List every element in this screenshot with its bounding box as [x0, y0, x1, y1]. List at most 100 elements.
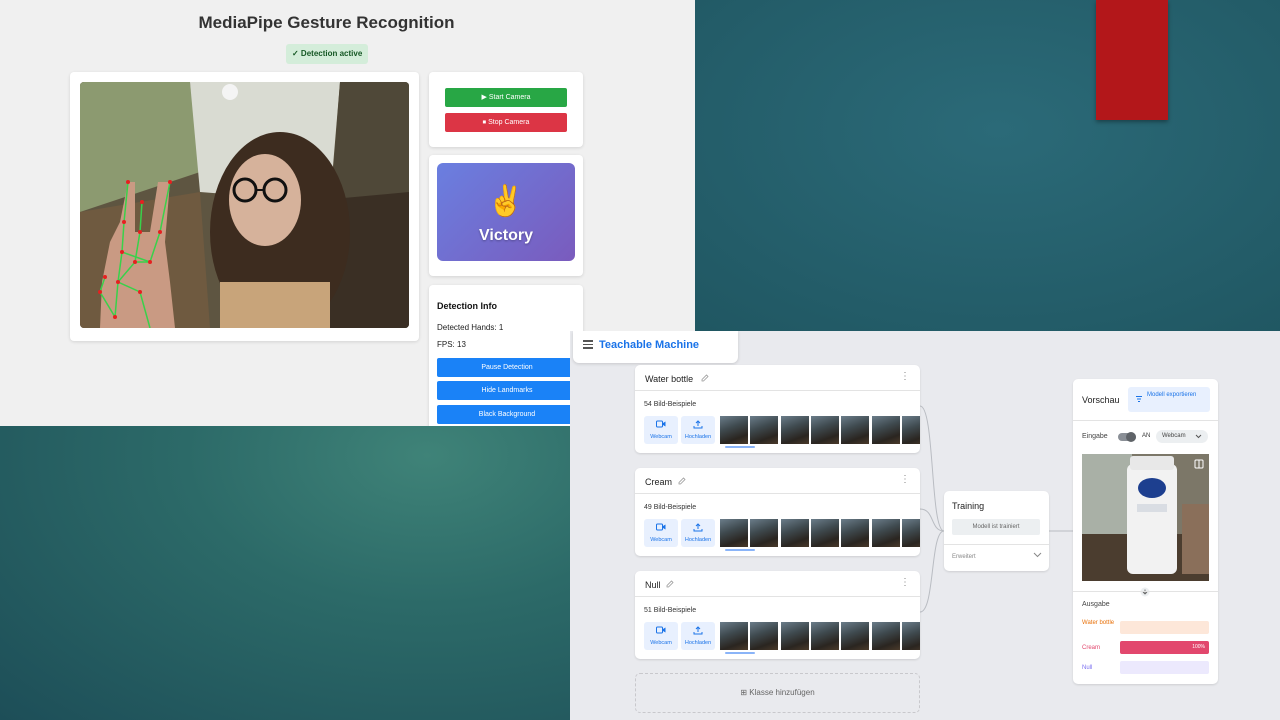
filter-icon [1136, 396, 1142, 402]
preview-title: Vorschau [1082, 395, 1120, 405]
video-camera-icon [656, 626, 666, 634]
advanced-toggle-label[interactable]: Erweitert [952, 554, 976, 560]
sample-count: 51 Bild-Beispiele [644, 607, 697, 614]
pause-detection-button[interactable]: Pause Detection [437, 358, 577, 377]
class-name[interactable]: Null [645, 580, 661, 590]
sample-thumbnail[interactable] [811, 622, 839, 650]
webcam-button[interactable]: Webcam [644, 622, 678, 650]
stop-camera-button[interactable]: ⏹ Stop Camera [445, 113, 567, 132]
divider [1073, 591, 1218, 592]
add-class-button[interactable]: ⊞ Klasse hinzufügen [635, 673, 920, 713]
training-card: Training Modell ist trainiert Erweitert [944, 491, 1049, 571]
sample-thumbnail[interactable] [750, 519, 778, 547]
detection-info-card: Detection Info Detected Hands: 1 FPS: 13… [429, 285, 583, 426]
arrow-down-icon [1140, 587, 1150, 597]
gesture-result-card: ✌️ Victory [429, 155, 583, 276]
thumbnail-scrollbar[interactable] [725, 549, 755, 551]
sample-thumbnail[interactable] [841, 416, 869, 444]
upload-label: Hochladen [684, 640, 712, 646]
sample-thumbnail[interactable] [872, 416, 900, 444]
video-scene [80, 82, 409, 328]
webcam-button[interactable]: Webcam [644, 519, 678, 547]
upload-icon [693, 420, 703, 429]
sample-thumbnails[interactable] [720, 519, 920, 547]
upload-label: Hochladen [684, 537, 712, 543]
detected-hands-text: Detected Hands: 1 [437, 323, 504, 332]
sample-thumbnail[interactable] [902, 622, 920, 650]
pencil-icon[interactable] [677, 476, 687, 486]
video-card [70, 72, 419, 341]
toggle-state-label: AN [1142, 433, 1151, 439]
class-card-water-bottle: Water bottle ⋮ 54 Bild-Beispiele Webcam … [635, 365, 920, 453]
sample-thumbnail[interactable] [841, 519, 869, 547]
webcam-label: Webcam [650, 537, 672, 543]
output-label: Ausgabe [1082, 601, 1110, 608]
webcam-video [80, 82, 409, 328]
sample-thumbnail[interactable] [872, 622, 900, 650]
class-name[interactable]: Cream [645, 477, 672, 487]
class-card-null: Null ⋮ 51 Bild-Beispiele Webcam Hochlade… [635, 571, 920, 659]
pencil-icon[interactable] [700, 373, 710, 383]
output-bar-water-bottle [1120, 621, 1209, 634]
more-options-icon[interactable]: ⋮ [900, 475, 910, 485]
sample-thumbnails[interactable] [720, 416, 920, 444]
chevron-down-icon[interactable] [1033, 552, 1042, 558]
sample-count: 54 Bild-Beispiele [644, 401, 697, 408]
webcam-button[interactable]: Webcam [644, 416, 678, 444]
start-camera-button[interactable]: ▶ Start Camera [445, 88, 567, 107]
sample-thumbnail[interactable] [720, 622, 748, 650]
fps-text: FPS: 13 [437, 340, 466, 349]
camera-controls-card: ▶ Start Camera ⏹ Stop Camera [429, 72, 583, 147]
sample-thumbnail[interactable] [902, 519, 920, 547]
webcam-label: Webcam [650, 434, 672, 440]
upload-button[interactable]: Hochladen [681, 519, 715, 547]
detection-info-title: Detection Info [437, 301, 497, 311]
flip-camera-icon[interactable] [1194, 459, 1204, 469]
export-model-button[interactable]: Modell exportieren [1128, 387, 1210, 412]
add-class-label: Klasse hinzufügen [749, 688, 815, 697]
output-name-null: Null [1082, 665, 1093, 671]
webcam-label: Webcam [650, 640, 672, 646]
webcam-preview [1082, 454, 1209, 581]
more-options-icon[interactable]: ⋮ [900, 372, 910, 382]
model-trained-button[interactable]: Modell ist trainiert [952, 519, 1040, 535]
video-camera-icon [656, 420, 666, 428]
sample-thumbnail[interactable] [811, 416, 839, 444]
input-label: Eingabe [1082, 433, 1108, 440]
output-name-water-bottle: Water bottle [1082, 620, 1115, 626]
input-source-select[interactable]: Webcam [1156, 430, 1208, 443]
upload-button[interactable]: Hochladen [681, 416, 715, 444]
upload-button[interactable]: Hochladen [681, 622, 715, 650]
sample-thumbnail[interactable] [781, 416, 809, 444]
victory-hand-icon: ✌️ [487, 185, 525, 218]
sample-thumbnail[interactable] [750, 622, 778, 650]
input-toggle[interactable] [1118, 432, 1136, 442]
teachable-machine-app: Teachable Machine Water bottle ⋮ 54 Bild… [570, 331, 1280, 720]
black-background-button[interactable]: Black Background [437, 405, 577, 424]
sample-thumbnails[interactable] [720, 622, 920, 650]
sample-thumbnail[interactable] [720, 416, 748, 444]
more-options-icon[interactable]: ⋮ [900, 578, 910, 588]
upload-icon [693, 523, 703, 532]
class-header: Null ⋮ [635, 571, 920, 597]
red-decorative-rectangle [1096, 0, 1168, 120]
preview-scene [1082, 454, 1209, 581]
thumbnail-scrollbar[interactable] [725, 446, 755, 448]
input-source-value: Webcam [1162, 433, 1186, 439]
thumbnail-scrollbar[interactable] [725, 652, 755, 654]
divider [1073, 420, 1218, 421]
pencil-icon[interactable] [665, 579, 675, 589]
sample-thumbnail[interactable] [872, 519, 900, 547]
sample-count: 49 Bild-Beispiele [644, 504, 697, 511]
class-name[interactable]: Water bottle [645, 374, 693, 384]
sample-thumbnail[interactable] [781, 622, 809, 650]
sample-thumbnail[interactable] [902, 416, 920, 444]
hide-landmarks-button[interactable]: Hide Landmarks [437, 381, 577, 400]
sample-thumbnail[interactable] [720, 519, 748, 547]
sample-thumbnail[interactable] [781, 519, 809, 547]
sample-thumbnail[interactable] [841, 622, 869, 650]
gesture-name: Victory [479, 227, 533, 244]
sample-thumbnail[interactable] [811, 519, 839, 547]
class-card-cream: Cream ⋮ 49 Bild-Beispiele Webcam Hochlad… [635, 468, 920, 556]
sample-thumbnail[interactable] [750, 416, 778, 444]
